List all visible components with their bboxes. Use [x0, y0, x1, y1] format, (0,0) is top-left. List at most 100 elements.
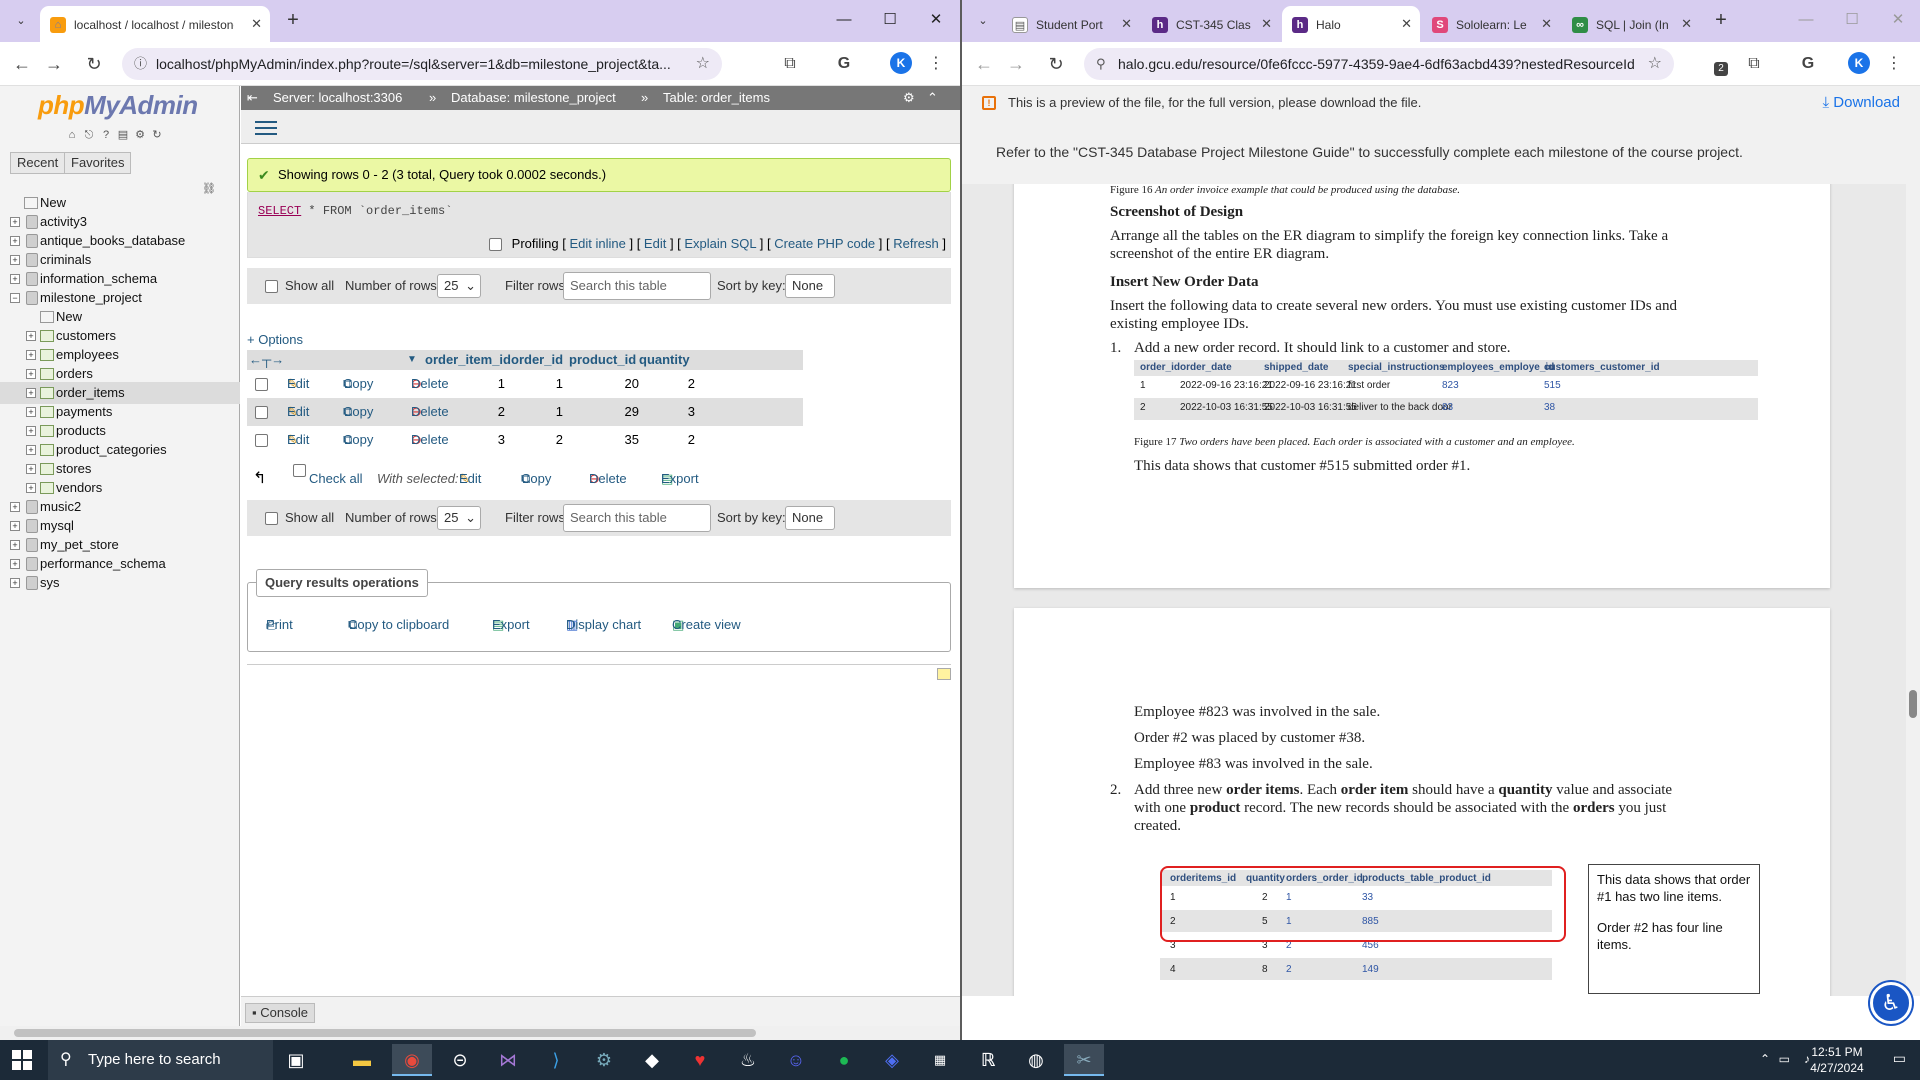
maximize-button[interactable]: ☐: [1832, 6, 1872, 34]
cell-product-id[interactable]: 35: [599, 426, 639, 454]
sort-by-key-select[interactable]: None: [785, 274, 835, 298]
filter-rows-input[interactable]: Search this table: [563, 504, 711, 532]
explain-sql-link[interactable]: Explain SQL: [684, 236, 756, 251]
server-breadcrumb[interactable]: Server: localhost:3306: [273, 86, 402, 110]
expand-icon[interactable]: +: [26, 445, 36, 455]
collapse-icon[interactable]: −: [10, 293, 20, 303]
collapse-arrow-icon[interactable]: ⇤: [247, 86, 258, 110]
winrar-icon[interactable]: ▦: [920, 1044, 960, 1076]
number-of-rows-select[interactable]: 25 ⌄: [437, 274, 481, 298]
expand-icon[interactable]: +: [10, 236, 20, 246]
download-button[interactable]: ⤓ Download: [1822, 86, 1900, 120]
tab-cst345-class[interactable]: h CST-345 Clas ✕: [1142, 6, 1280, 42]
address-bar[interactable]: ⚲ halo.gcu.edu/resource/0fe6fccc-5977-43…: [1084, 48, 1674, 80]
refresh-link[interactable]: Refresh: [893, 236, 939, 251]
new-tab-button[interactable]: +: [280, 8, 306, 34]
scroll-thumb[interactable]: [14, 1029, 756, 1037]
settings-icon[interactable]: ⚙: [132, 127, 148, 143]
file-explorer-icon[interactable]: ▬: [342, 1044, 382, 1076]
minimize-button[interactable]: —: [824, 6, 864, 34]
close-tab-icon[interactable]: ✕: [1401, 6, 1412, 42]
network-icon[interactable]: ▭: [1779, 1052, 1790, 1066]
reload-icon[interactable]: ↻: [80, 50, 108, 78]
check-all-label[interactable]: Check all: [309, 464, 362, 494]
tab-search-chevron-icon[interactable]: ⌄: [972, 10, 994, 32]
site-settings-icon[interactable]: ⚲: [1096, 48, 1106, 80]
close-tab-icon[interactable]: ✕: [1681, 6, 1692, 42]
col-quantity[interactable]: quantity: [639, 350, 690, 370]
phpmyadmin-logo[interactable]: phpMyAdmin: [38, 90, 198, 121]
extension-badge[interactable]: 2: [1714, 62, 1728, 76]
row-checkbox[interactable]: [255, 434, 268, 447]
workbench-icon[interactable]: ⚙: [584, 1044, 624, 1076]
taskbar-clock[interactable]: 12:51 PM 4/27/2024: [1802, 1044, 1872, 1076]
expand-icon[interactable]: +: [10, 540, 20, 550]
bookmark-icon[interactable]: [937, 668, 951, 680]
taskbar-search[interactable]: ⚲ Type here to search: [48, 1040, 273, 1080]
edit-link[interactable]: Edit: [644, 236, 666, 251]
number-of-rows-select[interactable]: 25 ⌄: [437, 506, 481, 530]
extensions-icon[interactable]: ⧉: [1742, 52, 1766, 76]
browser-menu-icon[interactable]: ⋮: [924, 52, 948, 76]
scroll-thumb[interactable]: [1909, 690, 1917, 718]
expand-icon[interactable]: +: [10, 578, 20, 588]
document-viewer[interactable]: Figure 16 An order invoice example that …: [962, 184, 1920, 996]
maximize-button[interactable]: ☐: [870, 6, 910, 34]
expand-icon[interactable]: +: [10, 521, 20, 531]
filter-rows-input[interactable]: Search this table: [563, 272, 711, 300]
site-info-icon[interactable]: ⓘ: [134, 48, 147, 80]
vscode-icon[interactable]: ⟩: [536, 1044, 576, 1076]
console-button[interactable]: ▪ Console: [245, 1003, 315, 1023]
task-view-icon[interactable]: ▣: [276, 1044, 316, 1076]
sort-dropdown-icon[interactable]: ▼: [407, 350, 417, 370]
check-all-checkbox[interactable]: [293, 464, 306, 477]
create-php-code-link[interactable]: Create PHP code: [774, 236, 875, 251]
reload-nav-icon[interactable]: ↻: [149, 127, 165, 143]
steam-icon[interactable]: ♨: [728, 1044, 768, 1076]
extensions-icon[interactable]: ⧉: [778, 52, 802, 76]
cell-quantity[interactable]: 2: [655, 370, 695, 398]
expand-icon[interactable]: +: [26, 388, 36, 398]
gear-icon[interactable]: ⚙: [903, 86, 915, 110]
docs-icon[interactable]: ▤: [115, 127, 131, 143]
help-icon[interactable]: ?: [98, 127, 114, 143]
profile-avatar[interactable]: K: [1848, 52, 1870, 74]
tray-chevron-icon[interactable]: ⌃: [1760, 1052, 1770, 1066]
close-window-button[interactable]: ✕: [916, 6, 956, 34]
table-breadcrumb[interactable]: Table: order_items: [663, 86, 770, 110]
tab-recent[interactable]: Recent: [10, 152, 66, 174]
collapse-top-icon[interactable]: ⌃: [927, 86, 938, 110]
back-icon[interactable]: ←: [8, 50, 36, 78]
col-order-item-id[interactable]: order_item_id: [425, 350, 511, 370]
r-icon[interactable]: ℝ: [968, 1044, 1008, 1076]
cell-order-item-id[interactable]: 2: [465, 398, 505, 426]
close-tab-icon[interactable]: ✕: [251, 6, 262, 42]
profiling-checkbox[interactable]: [489, 238, 503, 252]
cell-order-id[interactable]: 2: [523, 426, 563, 454]
col-product-id[interactable]: product_id: [569, 350, 636, 370]
spotify-icon[interactable]: ●: [824, 1044, 864, 1076]
expand-icon[interactable]: +: [26, 350, 36, 360]
vertical-scrollbar[interactable]: [1906, 184, 1920, 996]
expand-icon[interactable]: +: [26, 369, 36, 379]
forward-icon[interactable]: →: [1002, 50, 1030, 78]
options-link[interactable]: + Options: [247, 332, 303, 347]
logout-icon[interactable]: ⎋: [81, 127, 97, 143]
terminal-icon[interactable]: ⊝: [440, 1044, 480, 1076]
visual-studio-icon[interactable]: ⋈: [488, 1044, 528, 1076]
expand-icon[interactable]: +: [26, 331, 36, 341]
google-icon[interactable]: G: [832, 52, 856, 76]
minimize-button[interactable]: —: [1786, 6, 1826, 34]
expand-icon[interactable]: +: [26, 426, 36, 436]
unity-icon[interactable]: ◆: [632, 1044, 672, 1076]
cell-order-item-id[interactable]: 3: [465, 426, 505, 454]
tab-phpmyadmin[interactable]: ⌂ localhost / localhost / milestone ✕: [40, 6, 270, 42]
expand-icon[interactable]: +: [10, 217, 20, 227]
cell-quantity[interactable]: 3: [655, 398, 695, 426]
row-checkbox[interactable]: [255, 378, 268, 391]
cell-quantity[interactable]: 2: [655, 426, 695, 454]
expand-icon[interactable]: +: [10, 255, 20, 265]
bookmark-star-icon[interactable]: ☆: [696, 48, 710, 80]
row-checkbox[interactable]: [255, 406, 268, 419]
windows-start-icon[interactable]: [12, 1050, 32, 1070]
